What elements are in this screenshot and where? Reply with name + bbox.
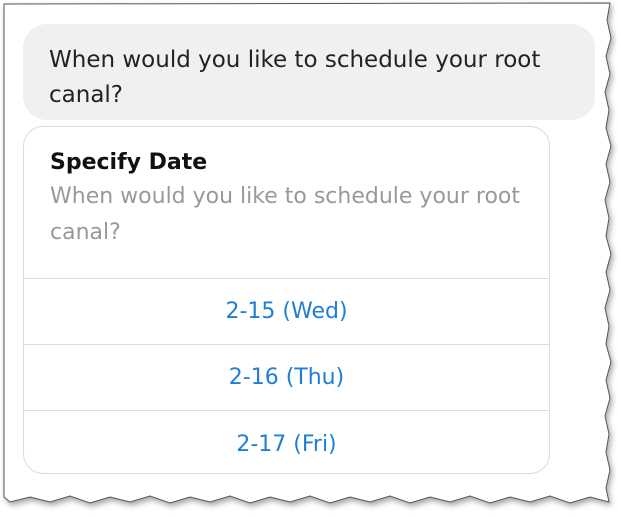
- date-option-2-15[interactable]: 2-15 (Wed): [24, 279, 549, 345]
- date-picker-prompt: When would you like to schedule your roo…: [50, 184, 520, 245]
- date-picker-title: Specify Date: [50, 150, 208, 175]
- screenshot-frame: When would you like to schedule your roo…: [0, 0, 618, 517]
- date-picker-card: Specify Date When would you like to sche…: [23, 126, 550, 474]
- date-picker-header: Specify Date When would you like to sche…: [24, 127, 549, 279]
- date-option-2-17[interactable]: 2-17 (Fri): [24, 411, 549, 473]
- date-option-2-16[interactable]: 2-16 (Thu): [24, 345, 549, 411]
- bot-message-text: When would you like to schedule your roo…: [49, 47, 541, 108]
- bot-message-bubble: When would you like to schedule your roo…: [23, 24, 595, 120]
